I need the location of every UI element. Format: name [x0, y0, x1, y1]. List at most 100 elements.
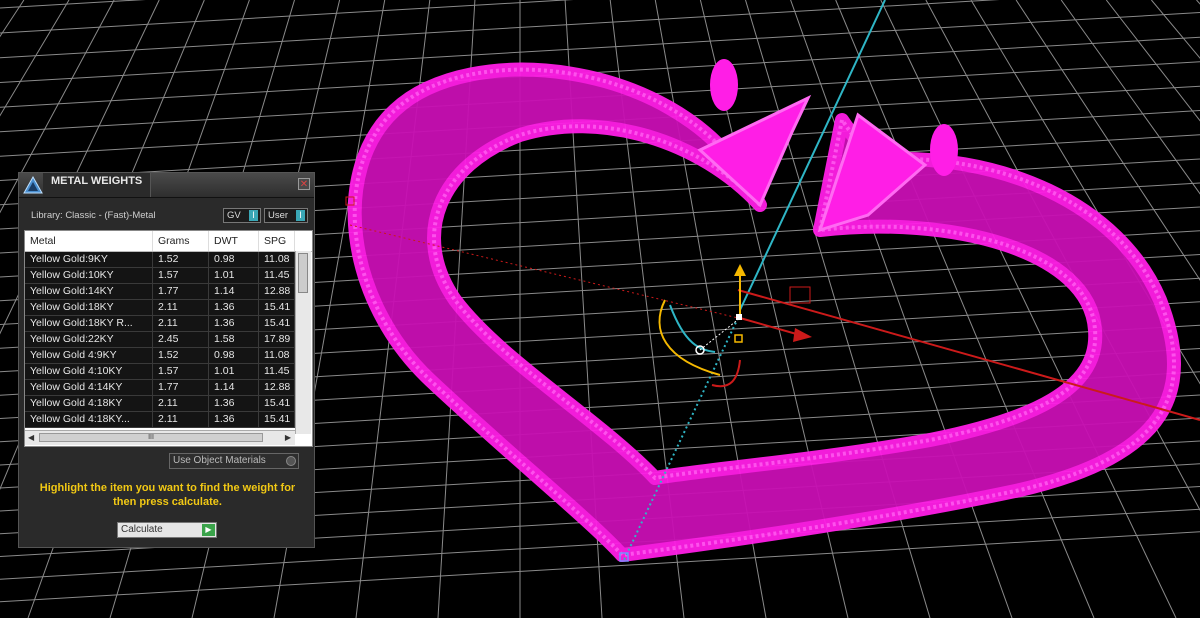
scroll-right-icon[interactable]: ▶ — [285, 433, 291, 442]
column-header-metal[interactable]: Metal — [25, 231, 153, 251]
gv-toggle-indicator: I — [249, 210, 258, 221]
left-arrow-knob — [710, 59, 738, 111]
cell-grams: 1.52 — [153, 348, 209, 363]
cell-dwt: 0.98 — [209, 348, 259, 363]
scroll-left-icon[interactable]: ◀ — [28, 433, 34, 442]
cell-metal: Yellow Gold:9KY — [25, 252, 153, 267]
cell-spg: 15.41 — [259, 412, 295, 427]
table-row[interactable]: Yellow Gold:22KY 2.45 1.58 17.89 — [25, 332, 295, 348]
cell-grams: 2.45 — [153, 332, 209, 347]
table-row[interactable]: Yellow Gold 4:10KY 1.57 1.01 11.45 — [25, 364, 295, 380]
table-row[interactable]: Yellow Gold 4:18KY 2.11 1.36 15.41 — [25, 396, 295, 412]
cell-grams: 2.11 — [153, 412, 209, 427]
gv-toggle-label: GV — [227, 210, 241, 221]
column-header-spg[interactable]: SPG — [259, 231, 295, 251]
table-row[interactable]: Yellow Gold 4:9KY 1.52 0.98 11.08 — [25, 348, 295, 364]
panel-title-bar[interactable]: METAL WEIGHTS ✕ — [19, 173, 314, 198]
cell-metal: Yellow Gold:14KY — [25, 284, 153, 299]
table-row[interactable]: Yellow Gold:10KY 1.57 1.01 11.45 — [25, 268, 295, 284]
library-label: Library: Classic - (Fast)-Metal — [31, 210, 156, 221]
cell-metal: Yellow Gold:18KY — [25, 300, 153, 315]
cell-grams: 1.57 — [153, 364, 209, 379]
table-header: Metal Grams DWT SPG — [25, 231, 312, 252]
cell-grams: 1.52 — [153, 252, 209, 267]
cell-grams: 2.11 — [153, 300, 209, 315]
cell-dwt: 1.58 — [209, 332, 259, 347]
app-logo-icon — [23, 176, 43, 194]
cell-grams: 1.77 — [153, 284, 209, 299]
vertical-scroll-thumb[interactable] — [298, 253, 308, 293]
table-row[interactable]: Yellow Gold 4:14KY 1.77 1.14 12.88 — [25, 380, 295, 396]
column-header-dwt[interactable]: DWT — [209, 231, 259, 251]
column-header-grams[interactable]: Grams — [153, 231, 209, 251]
table-row[interactable]: Yellow Gold:18KY R... 2.11 1.36 15.41 — [25, 316, 295, 332]
cell-metal: Yellow Gold 4:14KY — [25, 380, 153, 395]
cell-spg: 17.89 — [259, 332, 295, 347]
cell-metal: Yellow Gold:22KY — [25, 332, 153, 347]
play-icon: ▶ — [202, 524, 215, 536]
cell-dwt: 1.36 — [209, 396, 259, 411]
gizmo-right-head — [793, 328, 812, 342]
cell-metal: Yellow Gold:18KY R... — [25, 316, 153, 331]
cell-dwt: 1.14 — [209, 380, 259, 395]
table-row[interactable]: Yellow Gold:9KY 1.52 0.98 11.08 — [25, 252, 295, 268]
calculate-button-label: Calculate — [121, 524, 163, 535]
grid-line — [0, 0, 1000, 59]
close-icon[interactable]: ✕ — [298, 178, 310, 190]
user-toggle[interactable]: User I — [264, 208, 308, 223]
table-row[interactable]: Yellow Gold:14KY 1.77 1.14 12.88 — [25, 284, 295, 300]
calculate-button[interactable]: Calculate ▶ — [117, 522, 217, 538]
cell-metal: Yellow Gold 4:10KY — [25, 364, 153, 379]
gizmo-up-head — [734, 264, 746, 276]
horizontal-scroll-thumb[interactable]: III — [39, 433, 263, 442]
horizontal-scrollbar[interactable]: ◀ III ▶ — [25, 430, 295, 445]
table-row[interactable]: Yellow Gold 4:18KY... 2.11 1.36 15.41 — [25, 412, 295, 428]
cell-spg: 11.45 — [259, 268, 295, 283]
cell-grams: 1.57 — [153, 268, 209, 283]
instructions-text: Highlight the item you want to find the … — [39, 482, 296, 508]
gv-toggle[interactable]: GV I — [223, 208, 261, 223]
cell-dwt: 1.01 — [209, 268, 259, 283]
cell-grams: 2.11 — [153, 396, 209, 411]
cell-spg: 12.88 — [259, 380, 295, 395]
table-row[interactable]: Yellow Gold:18KY 2.11 1.36 15.41 — [25, 300, 295, 316]
cell-spg: 11.45 — [259, 364, 295, 379]
cell-dwt: 1.14 — [209, 284, 259, 299]
gizmo-link — [699, 317, 741, 351]
gizmo-center — [736, 314, 742, 320]
plane-handle — [789, 286, 811, 304]
radio-icon[interactable] — [286, 456, 296, 466]
vertical-scrollbar[interactable] — [295, 251, 311, 434]
panel-title: METAL WEIGHTS — [43, 173, 152, 197]
cell-spg: 15.41 — [259, 396, 295, 411]
cell-spg: 11.08 — [259, 252, 295, 267]
use-object-materials-option[interactable]: Use Object Materials — [169, 453, 299, 469]
cell-spg: 15.41 — [259, 300, 295, 315]
cell-spg: 15.41 — [259, 316, 295, 331]
cell-dwt: 1.36 — [209, 316, 259, 331]
metal-weights-panel: METAL WEIGHTS ✕ Library: Classic - (Fast… — [18, 172, 315, 548]
cell-dwt: 1.36 — [209, 412, 259, 427]
cell-grams: 1.77 — [153, 380, 209, 395]
cell-metal: Yellow Gold 4:9KY — [25, 348, 153, 363]
cell-dwt: 1.01 — [209, 364, 259, 379]
cell-metal: Yellow Gold 4:18KY... — [25, 412, 153, 427]
grid-line — [0, 0, 574, 34]
cell-spg: 11.08 — [259, 348, 295, 363]
cell-metal: Yellow Gold 4:18KY — [25, 396, 153, 411]
user-toggle-indicator: I — [296, 210, 305, 221]
cell-spg: 12.88 — [259, 284, 295, 299]
cell-dwt: 1.36 — [209, 300, 259, 315]
grid-line — [1196, 0, 1200, 5]
cell-dwt: 0.98 — [209, 252, 259, 267]
grid-line — [835, 0, 1095, 618]
use-object-materials-label: Use Object Materials — [173, 455, 266, 466]
gizmo-right-arrow — [739, 317, 801, 336]
table-body: Yellow Gold:9KY 1.52 0.98 11.08 Yellow Gold:… — [25, 252, 295, 428]
cell-metal: Yellow Gold:10KY — [25, 268, 153, 283]
gizmo-scale-handle — [734, 334, 743, 343]
user-toggle-label: User — [268, 210, 289, 221]
metal-table: Metal Grams DWT SPG Yellow Gold:9KY 1.52 0… — [24, 230, 313, 447]
cell-grams: 2.11 — [153, 316, 209, 331]
gizmo-rotate-arc-2 — [669, 304, 716, 353]
